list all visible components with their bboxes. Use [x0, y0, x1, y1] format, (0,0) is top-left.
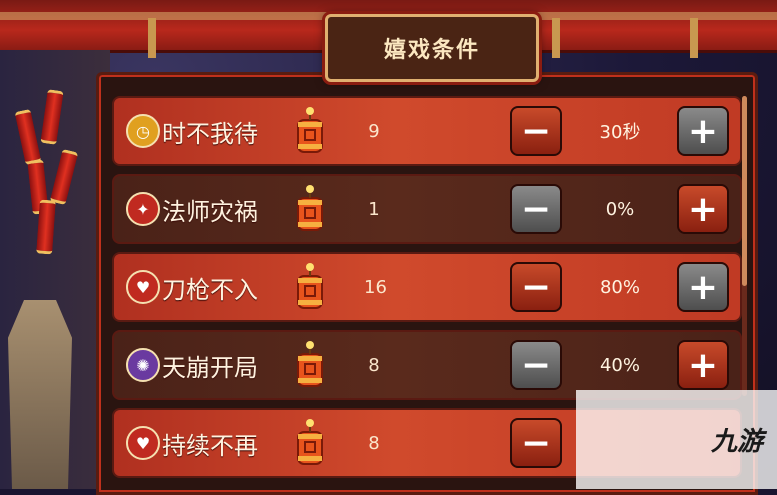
scrollbar-thumb[interactable]: [742, 96, 747, 286]
decrease-button[interactable]: −: [510, 184, 562, 234]
rule-value: 30秒: [599, 122, 641, 143]
increase-button[interactable]: +: [677, 106, 729, 156]
panel-title-plate: 嬉戏条件: [325, 14, 539, 82]
firecracker-icon: [297, 185, 323, 231]
pagoda-decoration: [8, 300, 72, 489]
rule-value: 80%: [599, 276, 640, 298]
watermark: 九游: [576, 390, 777, 489]
cracker-count: 16: [364, 276, 387, 298]
meteor-icon: ✺: [126, 348, 160, 382]
cracker-count: 1: [368, 198, 380, 220]
rule-name: 时不我待: [162, 119, 258, 148]
decrease-button[interactable]: −: [510, 418, 562, 468]
panel-title: 嬉戏条件: [383, 37, 480, 63]
firecracker-icon: [297, 107, 323, 153]
rule-name: 天崩开局: [162, 353, 258, 382]
rule-name: 刀枪不入: [162, 275, 258, 304]
decrease-button[interactable]: −: [510, 262, 562, 312]
cracker-count: 9: [368, 120, 380, 142]
shield-heart-icon: ♥: [126, 270, 160, 304]
firecracker-icon: [297, 341, 323, 387]
rule-name: 持续不再: [162, 431, 258, 460]
rule-value: 40%: [599, 354, 640, 376]
decrease-button[interactable]: −: [510, 106, 562, 156]
rule-row: ♥ 刀枪不入 16 − 80% +: [112, 252, 742, 322]
rule-value: 0%: [605, 198, 635, 220]
watermark-text: 九游: [710, 427, 763, 457]
increase-button[interactable]: +: [677, 184, 729, 234]
clock-icon: ◷: [126, 114, 160, 148]
rule-name: 法师灾祸: [162, 197, 258, 226]
firecracker-icon: [297, 263, 323, 309]
increase-button[interactable]: +: [677, 340, 729, 390]
shield-curse-icon: ✦: [126, 192, 160, 226]
decrease-button[interactable]: −: [510, 340, 562, 390]
cracker-count: 8: [368, 432, 380, 454]
increase-button[interactable]: +: [677, 262, 729, 312]
rule-row: ✦ 法师灾祸 1 − 0% +: [112, 174, 742, 244]
rule-row: ◷ 时不我待 9 − 30秒 +: [112, 96, 742, 166]
heart-break-icon: ♥: [126, 426, 160, 460]
firecracker-icon: [297, 419, 323, 465]
cracker-count: 8: [368, 354, 380, 376]
